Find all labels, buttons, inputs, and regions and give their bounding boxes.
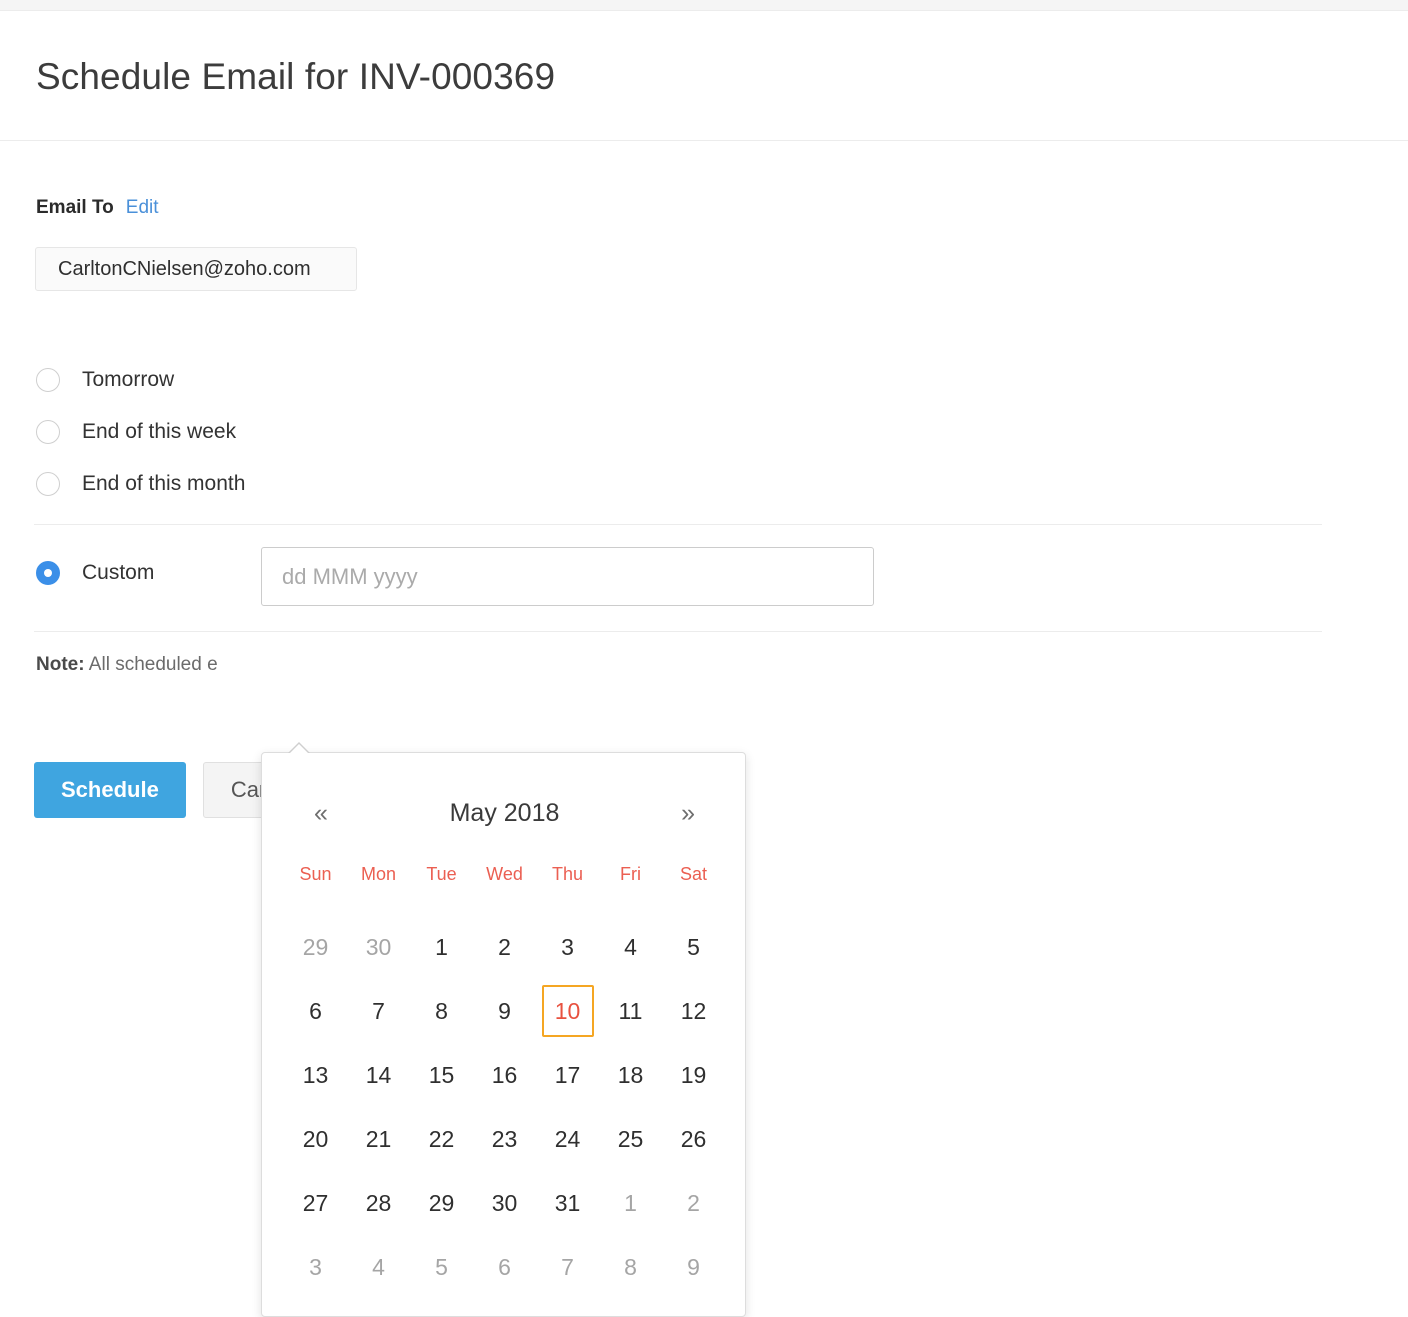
datepicker-day-23[interactable]: 23 [473,1107,536,1171]
datepicker-day-22[interactable]: 22 [410,1107,473,1171]
radio-option-end-of-month[interactable]: End of this month [36,458,245,510]
weekday-wed: Wed [486,864,523,884]
datepicker-day-19[interactable]: 19 [662,1043,725,1107]
datepicker-day-5-adjacent[interactable]: 5 [410,1235,473,1299]
datepicker-day-9[interactable]: 9 [473,979,536,1043]
datepicker-day-8[interactable]: 8 [410,979,473,1043]
datepicker-month-title[interactable]: May 2018 [450,799,560,828]
page-header: Schedule Email for INV-000369 [0,12,1408,141]
radio-icon-custom[interactable] [36,561,60,585]
datepicker-week-row: 29 30 1 2 3 4 5 [284,915,725,979]
datepicker-weekday-row: Sun Mon Tue Wed Thu Fri Sat [284,857,725,891]
datepicker-day-29[interactable]: 29 [410,1171,473,1235]
custom-date-input[interactable]: dd MMM yyyy [261,547,874,606]
datepicker-week-row: 6 7 8 9 10 11 12 [284,979,725,1043]
datepicker-day-7-adjacent[interactable]: 7 [536,1235,599,1299]
weekday-thu: Thu [551,864,584,884]
note-prefix: Note: [36,654,85,675]
datepicker-day-4-adjacent[interactable]: 4 [347,1235,410,1299]
weekday-tue: Tue [426,864,457,884]
datepicker-day-24[interactable]: 24 [536,1107,599,1171]
datepicker-header: « May 2018 » [262,791,747,835]
datepicker-day-2-adjacent[interactable]: 2 [662,1171,725,1235]
schedule-form: Email To Edit CarltonCNielsen@zoho.com T… [0,142,1408,1317]
note-text: Note: All scheduled e [36,654,218,676]
datepicker-week-row: 20 21 22 23 24 25 26 [284,1107,725,1171]
datepicker-day-26[interactable]: 26 [662,1107,725,1171]
radio-icon-end-of-week[interactable] [36,420,60,444]
next-month-icon[interactable]: » [681,800,695,826]
datepicker-day-4[interactable]: 4 [599,915,662,979]
edit-recipients-link[interactable]: Edit [126,197,159,219]
note-body: All scheduled e [88,654,218,675]
datepicker-day-18[interactable]: 18 [599,1043,662,1107]
datepicker-day-16[interactable]: 16 [473,1043,536,1107]
datepicker-day-28[interactable]: 28 [347,1171,410,1235]
datepicker-day-15[interactable]: 15 [410,1043,473,1107]
datepicker-day-1[interactable]: 1 [410,915,473,979]
custom-date-placeholder: dd MMM yyyy [282,563,418,589]
radio-label-tomorrow: Tomorrow [82,368,175,391]
datepicker-week-row: 27 28 29 30 31 1 2 [284,1171,725,1235]
email-to-label: Email To [36,197,114,218]
datepicker-day-29-adjacent[interactable]: 29 [284,915,347,979]
datepicker-day-25[interactable]: 25 [599,1107,662,1171]
datepicker-grid: Sun Mon Tue Wed Thu Fri Sat 29 30 1 2 3 4 5 6 7 8… [284,857,725,1299]
radio-label-custom: Custom [82,561,155,584]
datepicker-day-12[interactable]: 12 [662,979,725,1043]
divider-above-custom [34,524,1322,525]
datepicker-day-3[interactable]: 3 [536,915,599,979]
datepicker-day-31[interactable]: 31 [536,1171,599,1235]
email-to-label-row: Email To Edit [36,197,159,219]
datepicker-day-27[interactable]: 27 [284,1171,347,1235]
datepicker-week-row: 3456789 [284,1235,725,1299]
datepicker-day-7[interactable]: 7 [347,979,410,1043]
radio-icon-end-of-month[interactable] [36,472,60,496]
datepicker-popup[interactable]: « May 2018 » Sun Mon Tue Wed Thu Fri Sat… [261,742,747,1317]
datepicker-day-30-adjacent[interactable]: 30 [347,915,410,979]
weekday-fri: Fri [620,864,641,884]
window-top-strip [0,0,1408,11]
datepicker-arrow [289,744,309,754]
recipient-chip[interactable]: CarltonCNielsen@zoho.com [35,247,357,291]
datepicker-day-10[interactable]: 10 [536,979,599,1043]
page-title: Schedule Email for INV-000369 [36,56,556,97]
datepicker-day-30[interactable]: 30 [473,1171,536,1235]
datepicker-day-3-adjacent[interactable]: 3 [284,1235,347,1299]
datepicker-day-6[interactable]: 6 [284,979,347,1043]
datepicker-week-row: 13 14 15 16 17 18 19 [284,1043,725,1107]
radio-option-custom[interactable]: Custom [36,547,154,599]
recipient-email: CarltonCNielsen@zoho.com [58,257,311,280]
datepicker-day-5[interactable]: 5 [662,915,725,979]
datepicker-day-13[interactable]: 13 [284,1043,347,1107]
radio-icon-tomorrow[interactable] [36,368,60,392]
datepicker-day-21[interactable]: 21 [347,1107,410,1171]
radio-label-end-of-week: End of this week [82,420,237,443]
prev-month-icon[interactable]: « [314,800,328,826]
weekday-sun: Sun [299,864,332,884]
datepicker-day-rows: 29 30 1 2 3 4 5 6 7 8 9 10 11 12 13 14 15 16 17 18 19 20 21 22 2… [284,915,725,1299]
datepicker-day-9-adjacent[interactable]: 9 [662,1235,725,1299]
datepicker-day-8-adjacent[interactable]: 8 [599,1235,662,1299]
schedule-button[interactable]: Schedule [34,762,186,818]
radio-label-end-of-month: End of this month [82,472,246,495]
datepicker-day-20[interactable]: 20 [284,1107,347,1171]
datepicker-day-11[interactable]: 11 [599,979,662,1043]
weekday-sat: Sat [679,864,708,884]
divider-below-custom [34,631,1322,632]
datepicker-day-1-adjacent[interactable]: 1 [599,1171,662,1235]
datepicker-day-6-adjacent[interactable]: 6 [473,1235,536,1299]
datepicker-day-14[interactable]: 14 [347,1043,410,1107]
radio-option-tomorrow[interactable]: Tomorrow [36,354,245,406]
schedule-options-group: Tomorrow End of this week End of this mo… [36,354,245,510]
weekday-mon: Mon [360,864,396,884]
radio-option-end-of-week[interactable]: End of this week [36,406,245,458]
datepicker-day-2[interactable]: 2 [473,915,536,979]
datepicker-day-17[interactable]: 17 [536,1043,599,1107]
